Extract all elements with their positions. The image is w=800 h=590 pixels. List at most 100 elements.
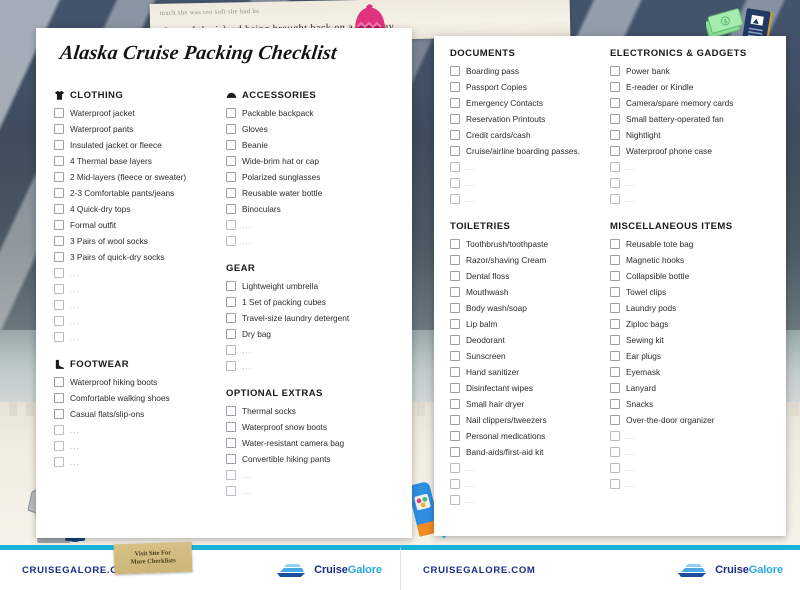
checkbox[interactable] xyxy=(450,162,460,172)
checkbox[interactable] xyxy=(610,479,620,489)
checklist-item[interactable]: Ear plugs xyxy=(610,348,760,364)
checklist-item[interactable]: 2-3 Comfortable pants/jeans xyxy=(54,185,218,201)
checklist-item[interactable]: Collapsible bottle xyxy=(610,268,760,284)
checkbox[interactable] xyxy=(226,297,236,307)
checkbox[interactable] xyxy=(54,156,64,166)
checkbox[interactable] xyxy=(54,316,64,326)
checklist-item[interactable]: Waterproof pants xyxy=(54,121,218,137)
checklist-item[interactable]: Toothbrush/toothpaste xyxy=(450,236,600,252)
checklist-item[interactable]: 4 Quick-dry tops xyxy=(54,201,218,217)
checkbox[interactable] xyxy=(450,319,460,329)
checklist-item-blank[interactable]: ... xyxy=(610,444,760,460)
checklist-item-blank[interactable]: ... xyxy=(54,313,218,329)
checkbox[interactable] xyxy=(54,284,64,294)
checkbox[interactable] xyxy=(610,383,620,393)
checkbox[interactable] xyxy=(54,300,64,310)
checkbox[interactable] xyxy=(226,438,236,448)
checkbox[interactable] xyxy=(610,447,620,457)
checklist-item[interactable]: Thermal socks xyxy=(226,403,390,419)
checklist-item[interactable]: Waterproof phone case xyxy=(610,143,760,159)
checkbox[interactable] xyxy=(226,172,236,182)
checklist-item[interactable]: Lip balm xyxy=(450,316,600,332)
checklist-item[interactable]: Travel-size laundry detergent xyxy=(226,310,390,326)
checklist-item[interactable]: 3 Pairs of wool socks xyxy=(54,233,218,249)
checkbox[interactable] xyxy=(610,194,620,204)
checklist-item[interactable]: Small battery-operated fan xyxy=(610,111,760,127)
checklist-item-blank[interactable]: ... xyxy=(54,454,218,470)
checklist-item[interactable]: Formal outfit xyxy=(54,217,218,233)
checklist-item[interactable]: Packable backpack xyxy=(226,105,390,121)
checklist-item-blank[interactable]: ... xyxy=(450,492,600,508)
checklist-item-blank[interactable]: ... xyxy=(54,422,218,438)
checkbox[interactable] xyxy=(226,406,236,416)
checklist-item[interactable]: Lanyard xyxy=(610,380,760,396)
checkbox[interactable] xyxy=(54,140,64,150)
checkbox[interactable] xyxy=(610,351,620,361)
checklist-item[interactable]: Band-aids/first-aid kit xyxy=(450,444,600,460)
checkbox[interactable] xyxy=(450,194,460,204)
checkbox[interactable] xyxy=(610,114,620,124)
checkbox[interactable] xyxy=(450,287,460,297)
checkbox[interactable] xyxy=(450,367,460,377)
checklist-item[interactable]: Water-resistant camera bag xyxy=(226,435,390,451)
checklist-item[interactable]: Casual flats/slip-ons xyxy=(54,406,218,422)
checkbox[interactable] xyxy=(450,495,460,505)
checklist-item[interactable]: Small hair dryer xyxy=(450,396,600,412)
footer-url-right[interactable]: CRUISEGALORE.COM xyxy=(423,565,536,576)
checkbox[interactable] xyxy=(226,361,236,371)
checklist-item-blank[interactable]: ... xyxy=(610,159,760,175)
checklist-item[interactable]: Waterproof snow boots xyxy=(226,419,390,435)
checklist-item[interactable]: Boarding pass xyxy=(450,63,600,79)
checklist-item[interactable]: Waterproof hiking boots xyxy=(54,374,218,390)
checklist-item[interactable]: Reusable water bottle xyxy=(226,185,390,201)
checklist-item[interactable]: E-reader or Kindle xyxy=(610,79,760,95)
checkbox[interactable] xyxy=(610,66,620,76)
checklist-item[interactable]: Power bank xyxy=(610,63,760,79)
checkbox[interactable] xyxy=(226,454,236,464)
checkbox[interactable] xyxy=(54,393,64,403)
checkbox[interactable] xyxy=(450,303,460,313)
checklist-item-blank[interactable]: ... xyxy=(450,175,600,191)
checklist-item-blank[interactable]: ... xyxy=(610,175,760,191)
checklist-item[interactable]: Emergency Contacts xyxy=(450,95,600,111)
checkbox[interactable] xyxy=(450,178,460,188)
checkbox[interactable] xyxy=(54,332,64,342)
checklist-item[interactable]: Razor/shaving Cream xyxy=(450,252,600,268)
checklist-item-blank[interactable]: ... xyxy=(226,483,390,499)
checkbox[interactable] xyxy=(610,130,620,140)
checklist-item-blank[interactable]: ... xyxy=(54,265,218,281)
checkbox[interactable] xyxy=(226,156,236,166)
checkbox[interactable] xyxy=(610,98,620,108)
checklist-item[interactable]: Beanie xyxy=(226,137,390,153)
checkbox[interactable] xyxy=(450,66,460,76)
checklist-item[interactable]: Nightlight xyxy=(610,127,760,143)
checkbox[interactable] xyxy=(450,383,460,393)
checkbox[interactable] xyxy=(450,271,460,281)
checkbox[interactable] xyxy=(610,431,620,441)
checkbox[interactable] xyxy=(450,130,460,140)
checklist-item[interactable]: 2 Mid-layers (fleece or sweater) xyxy=(54,169,218,185)
checklist-item[interactable]: Lightweight umbrella xyxy=(226,278,390,294)
checkbox[interactable] xyxy=(226,470,236,480)
checkbox[interactable] xyxy=(54,425,64,435)
checkbox[interactable] xyxy=(450,463,460,473)
checklist-item-blank[interactable]: ... xyxy=(610,476,760,492)
checklist-item-blank[interactable]: ... xyxy=(610,428,760,444)
checklist-item[interactable]: Sunscreen xyxy=(450,348,600,364)
checkbox[interactable] xyxy=(226,108,236,118)
checkbox[interactable] xyxy=(54,204,64,214)
checkbox[interactable] xyxy=(450,431,460,441)
checklist-item-blank[interactable]: ... xyxy=(450,159,600,175)
checklist-item[interactable]: Snacks xyxy=(610,396,760,412)
checkbox[interactable] xyxy=(226,313,236,323)
checklist-item[interactable]: Camera/spare memory cards xyxy=(610,95,760,111)
checkbox[interactable] xyxy=(610,239,620,249)
checklist-item[interactable]: 4 Thermal base layers xyxy=(54,153,218,169)
checkbox[interactable] xyxy=(226,486,236,496)
checkbox[interactable] xyxy=(450,335,460,345)
checkbox[interactable] xyxy=(610,399,620,409)
checkbox[interactable] xyxy=(54,236,64,246)
checkbox[interactable] xyxy=(54,457,64,467)
checklist-item[interactable]: Comfortable walking shoes xyxy=(54,390,218,406)
checkbox[interactable] xyxy=(610,303,620,313)
